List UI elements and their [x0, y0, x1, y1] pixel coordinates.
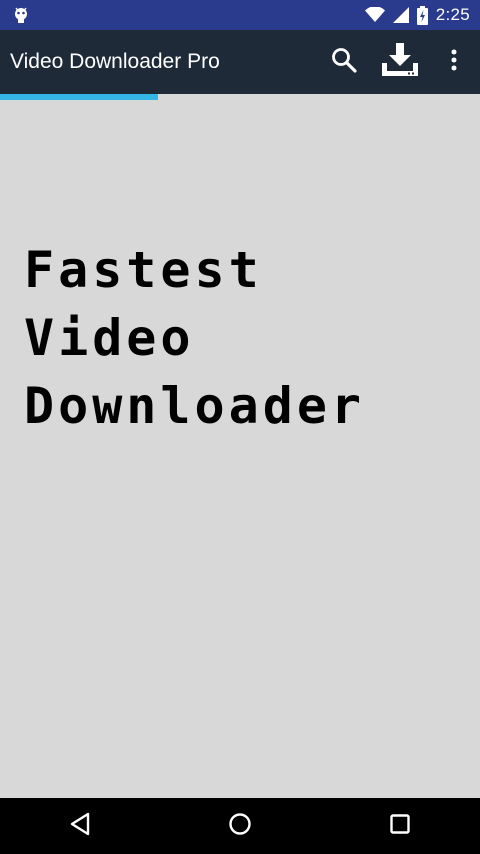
recents-icon	[389, 813, 411, 839]
headline-line: Downloader	[24, 377, 366, 435]
home-icon	[228, 812, 252, 840]
status-time: 2:25	[435, 5, 470, 24]
signal-icon	[392, 7, 409, 23]
navigation-bar	[0, 798, 480, 854]
back-button[interactable]	[30, 798, 130, 854]
app-bar: Video Downloader Pro	[0, 30, 480, 94]
android-debug-icon	[12, 5, 32, 25]
app-title: Video Downloader Pro	[10, 50, 220, 73]
web-content: Fastest Video Downloader	[0, 100, 480, 798]
overflow-menu-button[interactable]	[428, 30, 480, 94]
wifi-icon	[364, 7, 385, 23]
headline: Fastest Video Downloader	[24, 236, 365, 440]
status-bar: 2:25	[0, 0, 480, 30]
download-icon	[381, 43, 419, 81]
search-icon	[331, 47, 357, 77]
screen: 2:25 Video Downloader Pro Fastest Video …	[0, 0, 480, 854]
back-icon	[69, 812, 91, 840]
overflow-menu-icon	[451, 49, 457, 75]
headline-line: Fastest	[24, 241, 263, 299]
headline-line: Video	[24, 309, 195, 367]
download-button[interactable]	[372, 30, 428, 94]
app-actions	[316, 30, 480, 94]
search-button[interactable]	[316, 30, 372, 94]
home-button[interactable]	[190, 798, 290, 854]
recents-button[interactable]	[350, 798, 450, 854]
battery-charging-icon	[416, 5, 428, 25]
